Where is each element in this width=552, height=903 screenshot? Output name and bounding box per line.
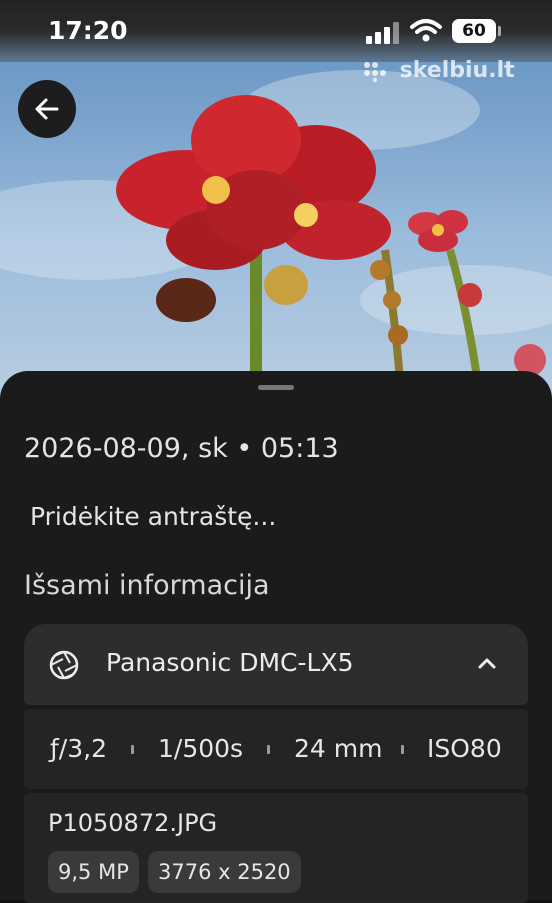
exif-card: ƒ/3,2 1/500s 24 mm ISO80 — [24, 709, 528, 789]
watermark: skelbiu.lt — [362, 58, 515, 83]
photo-date: 2026-08-09, sk • 05:13 — [24, 433, 339, 464]
aperture-icon — [49, 650, 79, 680]
back-button[interactable] — [18, 80, 76, 138]
cellular-signal-icon — [366, 22, 400, 44]
watermark-text: skelbiu.lt — [399, 58, 515, 83]
drag-handle[interactable] — [258, 385, 294, 390]
battery-icon: 60 — [452, 19, 496, 43]
separator — [131, 745, 134, 754]
watermark-logo-icon — [364, 62, 386, 82]
file-card: P1050872.JPG 9,5 MP 3776 x 2520 — [24, 793, 528, 903]
aperture-value: ƒ/3,2 — [50, 734, 107, 763]
megapixels-chip: 9,5 MP — [48, 851, 139, 893]
details-heading: Išsami informacija — [24, 570, 270, 601]
arrow-back-icon — [35, 98, 59, 120]
wifi-icon — [410, 19, 442, 42]
info-sheet: 2026-08-09, sk • 05:13 Pridėkite antrašt… — [0, 371, 552, 903]
status-bar: 17:20 60 — [0, 0, 552, 62]
chevron-up-icon[interactable] — [476, 652, 498, 674]
focal-length: 24 mm — [294, 734, 383, 763]
separator — [267, 745, 270, 754]
status-time: 17:20 — [48, 16, 128, 45]
iso-value: ISO80 — [427, 734, 502, 763]
shutter-speed: 1/500s — [158, 734, 244, 763]
resolution-chip: 3776 x 2520 — [148, 851, 301, 893]
camera-model: Panasonic DMC-LX5 — [106, 648, 354, 677]
battery-tip — [498, 26, 501, 36]
file-name: P1050872.JPG — [48, 809, 218, 837]
separator — [401, 745, 404, 754]
camera-card[interactable]: Panasonic DMC-LX5 — [24, 624, 528, 705]
caption-input[interactable]: Pridėkite antraštę... — [30, 502, 276, 531]
